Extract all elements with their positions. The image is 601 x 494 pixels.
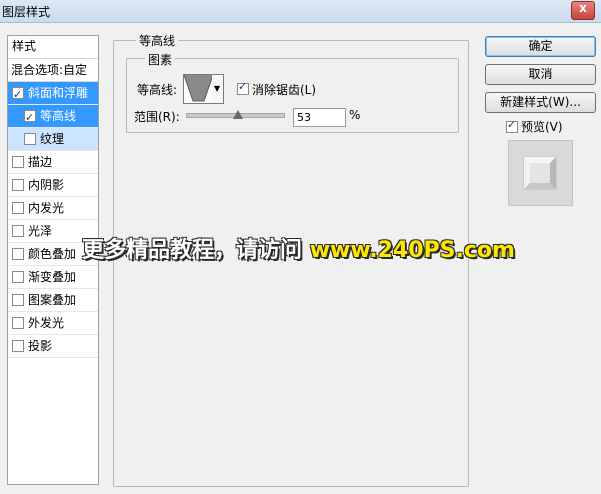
style-item-inner-shadow[interactable]: 内阴影	[8, 174, 98, 197]
blending-options-item[interactable]: 混合选项:自定	[8, 59, 98, 82]
contour-dropdown-button[interactable]: ▼	[212, 74, 224, 104]
antialias-checkbox[interactable]	[237, 80, 249, 95]
preview-label[interactable]: 预览(V)	[521, 118, 563, 135]
style-item-label: 斜面和浮雕	[28, 86, 89, 100]
contour-group-title: 等高线	[136, 32, 179, 49]
contour-picker[interactable]	[183, 74, 214, 104]
color-overlay-checkbox[interactable]	[12, 248, 24, 260]
style-item-label: 内阴影	[28, 178, 65, 192]
style-item-label: 描边	[28, 155, 53, 169]
stroke-checkbox[interactable]	[12, 156, 24, 168]
pattern-overlay-checkbox[interactable]	[12, 294, 24, 306]
window-title: 图层样式	[2, 5, 51, 19]
inner-glow-checkbox[interactable]	[12, 202, 24, 214]
preview-thumbnail	[509, 141, 572, 205]
style-item-label: 外发光	[28, 316, 65, 330]
inner-shadow-checkbox[interactable]	[12, 179, 24, 191]
new-style-button[interactable]: 新建样式(W)...	[485, 92, 596, 113]
range-unit: %	[349, 108, 361, 122]
contour-label: 等高线:	[137, 83, 178, 97]
watermark-text: 更多精品教程，请访问 www.240PS.com	[82, 232, 515, 264]
contour-curve-icon	[183, 74, 214, 103]
style-item-label: 内发光	[28, 201, 65, 215]
style-item-bevel-emboss[interactable]: 斜面和浮雕	[8, 82, 98, 106]
style-item-contour[interactable]: 等高线	[8, 105, 98, 129]
style-item-label: 颜色叠加	[28, 247, 77, 261]
style-item-inner-glow[interactable]: 内发光	[8, 197, 98, 220]
style-item-drop-shadow[interactable]: 投影	[8, 335, 98, 358]
chevron-down-icon: ▼	[214, 84, 221, 93]
elements-group-title: 图素	[145, 51, 176, 68]
close-icon: x	[579, 1, 587, 15]
style-item-label: 图案叠加	[28, 293, 77, 307]
style-item-stroke[interactable]: 描边	[8, 151, 98, 174]
style-item-texture[interactable]: 纹理	[8, 128, 98, 151]
styles-header[interactable]: 样式	[8, 36, 98, 59]
style-item-label: 光泽	[28, 224, 53, 238]
satin-checkbox[interactable]	[12, 225, 24, 237]
style-preview	[508, 140, 573, 206]
gradient-overlay-checkbox[interactable]	[12, 271, 24, 283]
antialias-label[interactable]: 消除锯齿(L)	[252, 81, 316, 98]
range-slider-thumb[interactable]	[233, 110, 243, 119]
style-item-pattern-overlay[interactable]: 图案叠加	[8, 289, 98, 312]
close-button[interactable]: x	[571, 1, 595, 20]
title-bar: 图层样式 x	[0, 0, 601, 23]
range-input[interactable]: 53	[293, 108, 346, 127]
style-item-label: 纹理	[40, 132, 65, 146]
style-item-label: 投影	[28, 339, 53, 353]
outer-glow-checkbox[interactable]	[12, 317, 24, 329]
preview-checkbox[interactable]	[506, 118, 518, 133]
texture-checkbox[interactable]	[24, 133, 36, 145]
range-label: 范围(R):	[134, 110, 180, 124]
watermark-message: 更多精品教程，请访问	[82, 238, 303, 263]
bevel-emboss-checkbox[interactable]	[12, 84, 24, 106]
style-item-label: 渐变叠加	[28, 270, 77, 284]
style-item-gradient-overlay[interactable]: 渐变叠加	[8, 266, 98, 289]
ok-button[interactable]: 确定	[485, 36, 596, 57]
style-item-label: 等高线	[40, 109, 77, 123]
style-item-outer-glow[interactable]: 外发光	[8, 312, 98, 335]
drop-shadow-checkbox[interactable]	[12, 340, 24, 352]
cancel-button[interactable]: 取消	[485, 64, 596, 85]
contour-checkbox[interactable]	[24, 107, 36, 129]
watermark-url: www.240PS.com	[309, 238, 515, 263]
